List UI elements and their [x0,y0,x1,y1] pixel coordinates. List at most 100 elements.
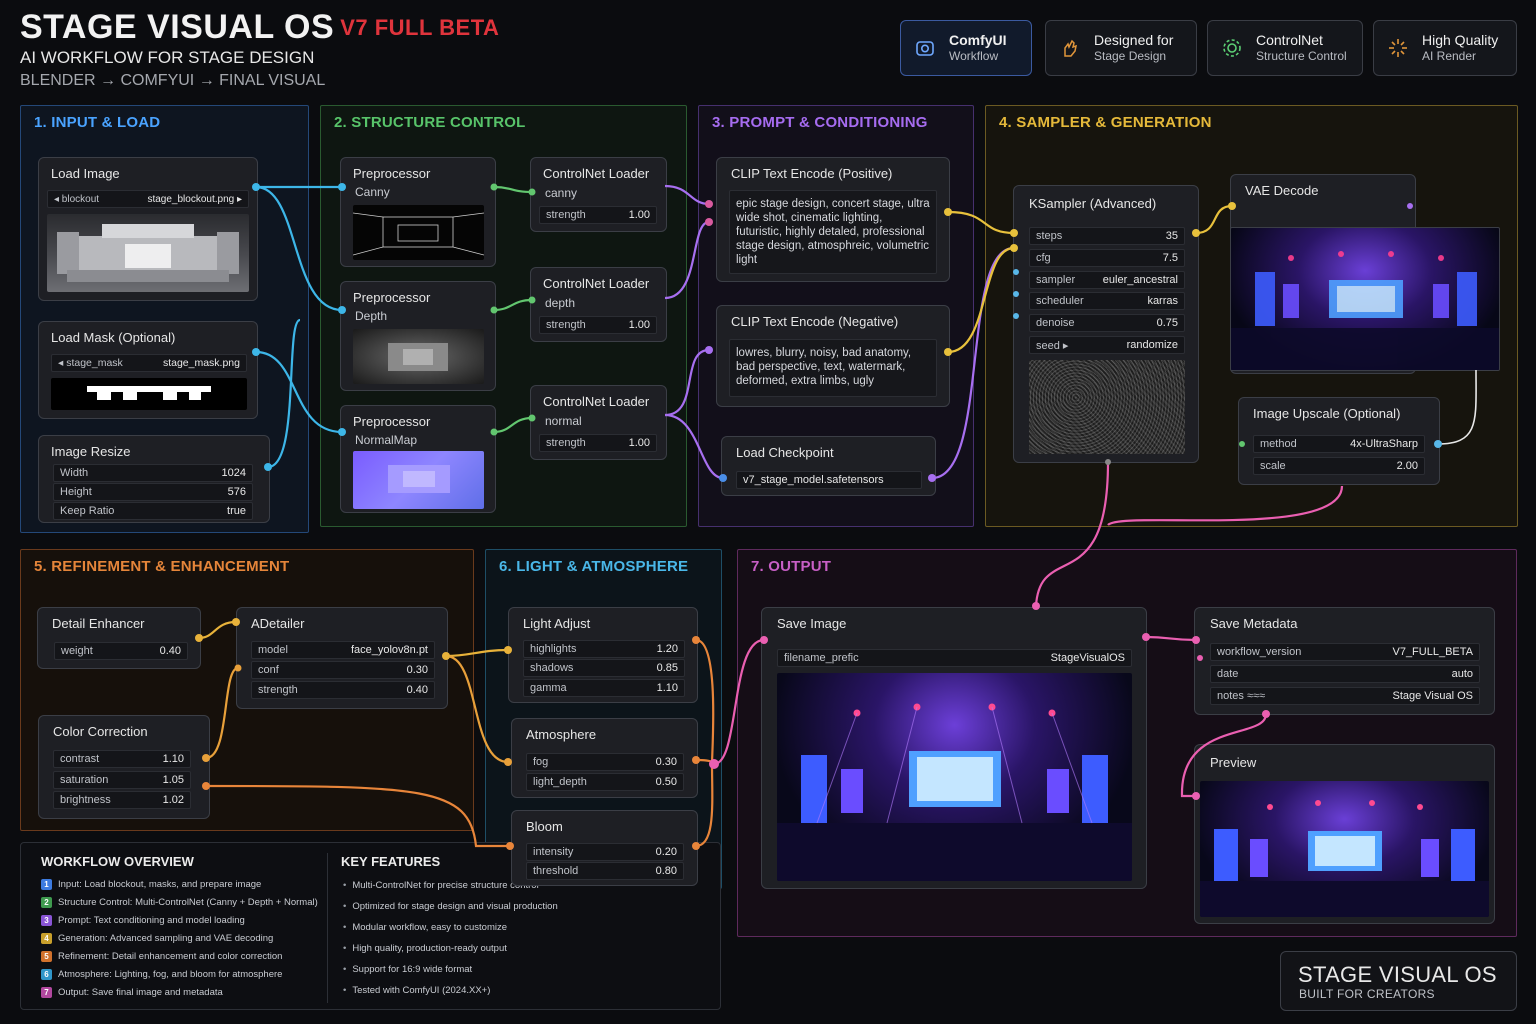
badge-title: High Quality [1422,32,1499,48]
param-value: 576 [227,486,246,498]
param-date[interactable]: date auto [1210,665,1480,683]
section-title: 5. REFINEMENT & ENHANCEMENT [34,558,290,575]
param-key: strength [546,319,586,331]
preview-image [1200,781,1489,917]
file-selector[interactable]: ◂ blockout stage_blockout.png ▸ [47,190,249,208]
param-workflow-version[interactable]: workflow_version V7_FULL_BETA [1210,643,1480,661]
param-value: true [227,505,246,517]
param-strength[interactable]: strength 1.00 [539,316,657,334]
checkpoint-selector[interactable]: v7_stage_model.safetensors [736,471,922,489]
param-value: 1.00 [628,319,650,331]
param-strength[interactable]: strength 1.00 [539,206,657,224]
node-save-metadata[interactable]: Save Metadata workflow_version V7_FULL_BE… [1194,607,1495,715]
node-controlnet-canny[interactable]: ControlNet Loader canny strength 1.00 [530,157,667,232]
param-gamma[interactable]: gamma 1.10 [523,679,685,697]
param-shadows[interactable]: shadows 0.85 [523,659,685,677]
node-title: Image Resize [51,444,131,459]
param-steps[interactable]: steps 35 [1029,227,1185,245]
badge-comfyui[interactable]: ComfyUI Workflow [900,20,1032,76]
badge-high-quality[interactable]: High Quality AI Render [1373,20,1517,76]
node-title: Light Adjust [523,616,591,631]
node-title: CLIP Text Encode (Negative) [731,314,899,329]
step-text: Structure Control: Multi-ControlNet (Can… [58,896,318,908]
overview-item: 1 Input: Load blockout, masks, and prepar… [41,875,331,893]
node-ksampler[interactable]: KSampler (Advanced) steps 35 cfg 7.5 sampl… [1013,185,1199,463]
node-color-correction[interactable]: Color Correction contrast 1.10 saturation… [38,715,210,819]
param-scheduler[interactable]: scheduler karras [1029,292,1185,310]
param-intensity[interactable]: intensity 0.20 [526,843,684,861]
param-key: threshold [533,865,579,877]
negative-prompt-input[interactable]: lowres, blurry, noisy, bad anatomy, bad … [729,339,937,397]
node-title: VAE Decode [1245,183,1319,198]
param-strength[interactable]: strength 0.40 [251,681,435,699]
param-key: model [258,644,288,656]
param-notes[interactable]: notes ≈≈≈ Stage Visual OS [1210,687,1480,705]
step-text: Prompt: Text conditioning and model load… [58,914,245,926]
param-value: StageVisualOS [1050,652,1125,664]
param-value: 0.30 [406,664,428,676]
node-load-checkpoint[interactable]: Load Checkpoint v7_stage_model.safetenso… [721,436,936,496]
param-scale[interactable]: scale 2.00 [1253,457,1425,475]
step-text: Generation: Advanced sampling and VAE de… [58,932,274,944]
node-title: Atmosphere [526,727,597,742]
node-image-resize[interactable]: Image Resize Width 1024 Height 576 Keep Ra… [38,435,270,523]
normal-preview [353,451,484,509]
node-image-upscale[interactable]: Image Upscale (Optional) method 4x-UltraS… [1238,397,1440,485]
param-weight[interactable]: weight 0.40 [54,642,188,660]
param-method[interactable]: method 4x-UltraSharp [1253,435,1425,453]
node-clip-positive[interactable]: CLIP Text Encode (Positive) epic stage d… [716,157,950,282]
camera-icon [913,36,937,60]
node-controlnet-normal[interactable]: ControlNet Loader normal strength 1.00 [530,385,667,460]
node-detail-enhancer[interactable]: Detail Enhancer weight 0.40 [37,607,201,669]
node-bloom[interactable]: Bloom intensity 0.20 threshold 0.80 [511,810,698,886]
node-preprocessor-depth[interactable]: Preprocessor Depth [340,281,496,391]
badge-stage-design[interactable]: Designed for Stage Design [1045,20,1197,76]
feature-item: Optimized for stage design and visual pr… [343,896,643,917]
param-fog[interactable]: fog 0.30 [526,753,684,771]
param-threshold[interactable]: threshold 0.80 [526,862,684,880]
param-saturation[interactable]: saturation 1.05 [53,771,191,789]
param-key: strength [546,209,586,221]
section-title: 1. INPUT & LOAD [34,114,161,131]
node-light-adjust[interactable]: Light Adjust highlights 1.20 shadows 0.85 … [508,607,698,703]
node-preprocessor-normal[interactable]: Preprocessor NormalMap [340,405,496,513]
param-value: V7_FULL_BETA [1392,646,1473,658]
param-conf[interactable]: conf 0.30 [251,661,435,679]
badge-sub: Workflow [949,49,999,63]
param-width[interactable]: Width 1024 [53,464,253,482]
node-load-image[interactable]: Load Image ◂ blockout stage_blockout.png … [38,157,258,301]
node-preview[interactable]: Preview [1194,744,1495,924]
node-preprocessor-canny[interactable]: Preprocessor Canny [340,157,496,267]
brand-panel: STAGE VISUAL OS BUILT FOR CREATORS [1280,951,1517,1011]
node-clip-negative[interactable]: CLIP Text Encode (Negative) lowres, blur… [716,305,950,407]
param-sampler[interactable]: sampler euler_ancestral [1029,271,1185,289]
node-title: Save Image [777,616,847,631]
param-seed[interactable]: seed ▸ randomize [1029,336,1185,354]
param-cfg[interactable]: cfg 7.5 [1029,249,1185,267]
param-keep-ratio[interactable]: Keep Ratio true [53,502,253,520]
title-text: STAGE VISUAL OS [20,8,335,46]
param-filename-prefix[interactable]: filename_prefic StageVisualOS [777,649,1132,667]
node-atmosphere[interactable]: Atmosphere fog 0.30 light_depth 0.50 [511,718,698,798]
badge-controlnet[interactable]: ControlNet Structure Control [1207,20,1363,76]
depth-preview [353,329,484,384]
mask-selector[interactable]: ◂ stage_mask stage_mask.png [51,354,247,372]
param-highlights[interactable]: highlights 1.20 [523,640,685,658]
param-height[interactable]: Height 576 [53,483,253,501]
param-light-depth[interactable]: light_depth 0.50 [526,773,684,791]
positive-prompt-input[interactable]: epic stage design, concert stage, ultra … [729,190,937,274]
node-adetailer[interactable]: ADetailer model face_yolov8n.pt conf 0.30 … [236,607,448,709]
node-title: ControlNet Loader [543,166,650,181]
param-brightness[interactable]: brightness 1.02 [53,791,191,809]
badge-title: ControlNet [1256,32,1323,48]
param-contrast[interactable]: contrast 1.10 [53,750,191,768]
node-save-image[interactable]: Save Image filename_prefic StageVisualOS [761,607,1147,889]
node-controlnet-depth[interactable]: ControlNet Loader depth strength 1.00 [530,267,667,342]
param-value: 0.80 [655,865,677,877]
param-denoise[interactable]: denoise 0.75 [1029,314,1185,332]
param-strength[interactable]: strength 1.00 [539,434,657,452]
param-key: workflow_version [1217,646,1302,658]
param-model[interactable]: model face_yolov8n.pt [251,641,435,659]
param-key: conf [258,664,279,676]
node-load-mask[interactable]: Load Mask (Optional) ◂ stage_mask stage_m… [38,321,258,419]
